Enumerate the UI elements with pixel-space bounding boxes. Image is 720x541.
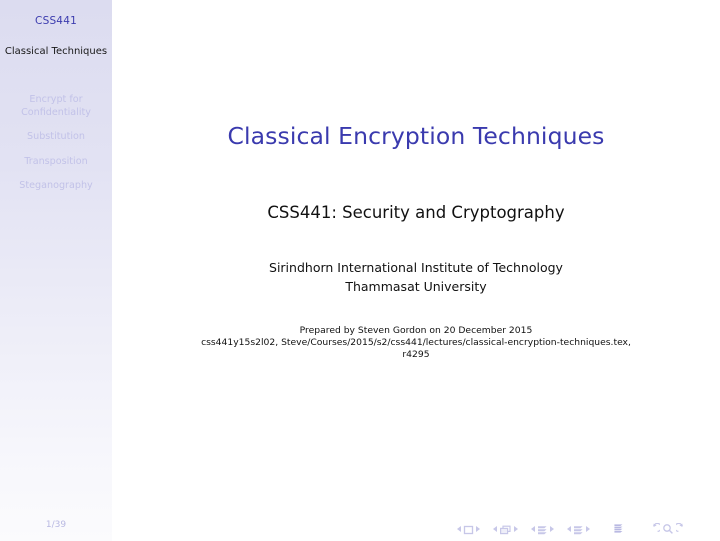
revision-line: r4295 bbox=[402, 349, 430, 361]
previous-section-icon[interactable] bbox=[567, 526, 571, 532]
institute-line-2: Thammasat University bbox=[345, 279, 487, 294]
sidebar: CSS441 Classical Techniques Encrypt for … bbox=[0, 0, 112, 541]
section-nav-group bbox=[565, 520, 592, 539]
sidebar-item-transposition[interactable]: Transposition bbox=[0, 156, 112, 169]
subsection-nav-group bbox=[529, 520, 556, 539]
previous-slide-icon[interactable] bbox=[457, 526, 461, 532]
page-subtitle: CSS441: Security and Cryptography bbox=[267, 203, 565, 222]
institute-block: Sirindhorn International Institute of Te… bbox=[112, 258, 720, 296]
history-nav-group bbox=[647, 520, 689, 539]
next-frame-icon[interactable] bbox=[514, 526, 518, 532]
next-section-icon[interactable] bbox=[586, 526, 590, 532]
sidebar-item-steganography[interactable]: Steganography bbox=[0, 180, 112, 193]
slide-body: Classical Encryption Techniques CSS441: … bbox=[112, 0, 720, 541]
sidebar-item-substitution[interactable]: Substitution bbox=[0, 131, 112, 144]
page-number: 1/39 bbox=[45, 520, 67, 530]
slide-nav-group bbox=[455, 520, 482, 539]
sidebar-item-encrypt-for-confidentiality[interactable]: Encrypt for Confidentiality bbox=[0, 94, 112, 119]
sidebar-current-section[interactable]: Classical Techniques bbox=[0, 45, 112, 59]
prepared-by-line: Prepared by Steven Gordon on 20 December… bbox=[299, 325, 533, 336]
frame-icon[interactable] bbox=[499, 520, 512, 539]
next-slide-icon[interactable] bbox=[476, 526, 480, 532]
previous-frame-icon[interactable] bbox=[493, 526, 497, 532]
document-nav-group bbox=[613, 520, 624, 539]
next-subsection-icon[interactable] bbox=[550, 526, 554, 532]
document-icon[interactable] bbox=[613, 520, 624, 539]
institute-line-1: Sirindhorn International Institute of Te… bbox=[269, 260, 563, 275]
colophon-block: Prepared by Steven Gordon on 20 December… bbox=[112, 325, 720, 362]
presentation-slide: CSS441 Classical Techniques Encrypt for … bbox=[0, 0, 720, 541]
subsection-icon[interactable] bbox=[537, 520, 548, 539]
back-icon[interactable] bbox=[648, 520, 662, 539]
sidebar-course-title[interactable]: CSS441 bbox=[0, 15, 112, 27]
section-icon[interactable] bbox=[573, 520, 584, 539]
sidebar-navigation: Encrypt for Confidentiality Substitution… bbox=[0, 94, 112, 205]
search-icon[interactable] bbox=[662, 520, 674, 539]
beamer-navigation-bar bbox=[455, 521, 705, 537]
page-title: Classical Encryption Techniques bbox=[227, 122, 605, 150]
slide-icon[interactable] bbox=[463, 520, 474, 539]
previous-subsection-icon[interactable] bbox=[531, 526, 535, 532]
forward-icon[interactable] bbox=[674, 520, 688, 539]
frame-nav-group bbox=[491, 520, 520, 539]
source-path-line: css441y15s2l02, Steve/Courses/2015/s2/cs… bbox=[201, 337, 631, 349]
